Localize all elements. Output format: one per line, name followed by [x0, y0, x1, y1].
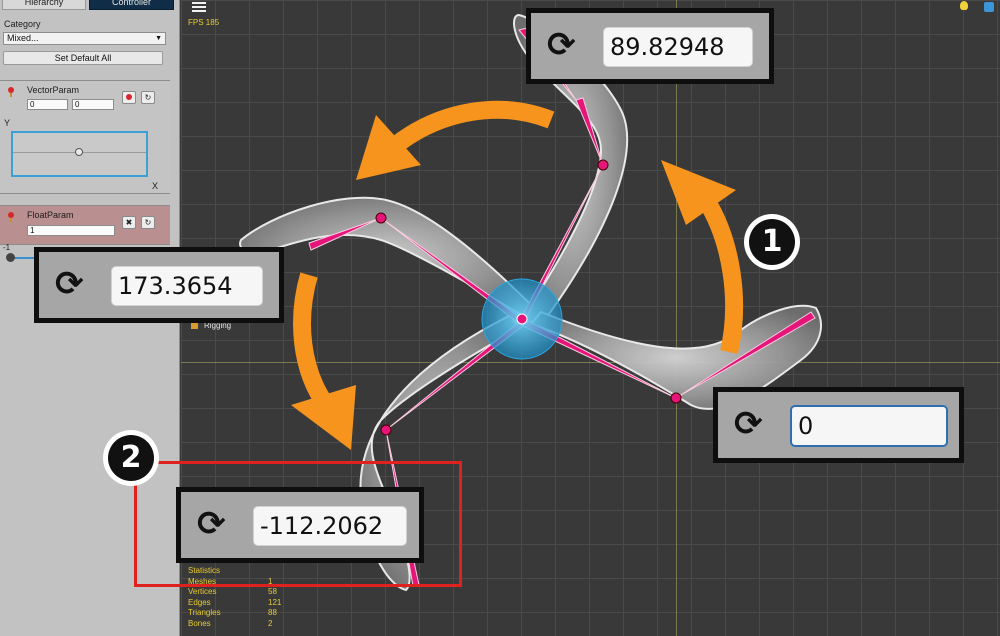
reset-float-button[interactable]: ↻ [141, 216, 155, 229]
category-label: Category [4, 19, 41, 29]
rotate-icon: ⟳ [734, 404, 763, 444]
float-param-name: FloatParam [27, 210, 74, 220]
chevron-down-icon: ▼ [155, 35, 162, 42]
float-value-field[interactable]: 1 [27, 225, 115, 236]
record-button[interactable] [122, 91, 136, 104]
vector-param-name: VectorParam [27, 85, 80, 95]
arrow-top-left [390, 100, 555, 153]
tab-hierarchy[interactable]: Hierarchy [2, 0, 86, 10]
rotation-field-top[interactable]: 89.82948 [603, 27, 753, 67]
slider-min-label: -1 [3, 243, 11, 252]
tab-controller[interactable]: Controller [89, 0, 174, 10]
vector-y-field[interactable]: 0 [72, 99, 114, 110]
remove-button[interactable]: ✖ [122, 216, 136, 229]
axis-x-label: X [152, 181, 159, 191]
rotate-icon: ⟳ [547, 25, 576, 65]
rotation-field-left[interactable]: 173.3654 [111, 266, 263, 306]
vector-xy-pad[interactable] [11, 131, 148, 177]
axis-y-label: Y [4, 118, 11, 128]
stats-row: Vertices 58 [188, 587, 277, 596]
rotation-callout-bottom: ⟳ -112.2062 [176, 487, 424, 563]
vector-x-field[interactable]: 0 [27, 99, 68, 110]
pin-icon [7, 212, 15, 223]
reset-icon: ↻ [144, 218, 152, 227]
float-slider-handle[interactable] [6, 253, 15, 262]
reset-icon: ↻ [144, 93, 152, 102]
arrow-right-up [698, 195, 744, 355]
panel-tabs: Hierarchy Controller [0, 0, 179, 10]
category-dropdown[interactable]: Mixed... ▼ [3, 32, 166, 45]
rotate-icon: ⟳ [55, 264, 84, 304]
step-badge-1: 1 [744, 214, 800, 270]
rotation-callout-left: ⟳ 173.3654 [34, 247, 284, 323]
close-icon: ✖ [125, 218, 133, 227]
stats-row: Edges 121 [188, 597, 282, 607]
xy-pad-handle[interactable] [75, 148, 83, 156]
stats-row: Triangles 88 [188, 608, 277, 617]
step-badge-2: 2 [103, 430, 159, 486]
pin-icon [7, 87, 15, 98]
stats-row: Bones 2 [188, 618, 273, 628]
category-value: Mixed... [7, 33, 39, 43]
arrow-left-down [293, 272, 334, 411]
rotation-field-right[interactable]: 0 [790, 405, 948, 447]
arrowhead-right-up [661, 160, 736, 225]
record-icon [126, 93, 132, 100]
reset-vector-button[interactable]: ↻ [141, 91, 155, 104]
rotation-callout-right: ⟳ 0 [713, 387, 964, 463]
rigging-icon [191, 322, 198, 330]
rotate-icon: ⟳ [197, 504, 226, 544]
set-default-all-button[interactable]: Set Default All [3, 51, 163, 65]
rotation-field-bottom[interactable]: -112.2062 [253, 506, 407, 546]
rotation-callout-top: ⟳ 89.82948 [526, 8, 774, 84]
